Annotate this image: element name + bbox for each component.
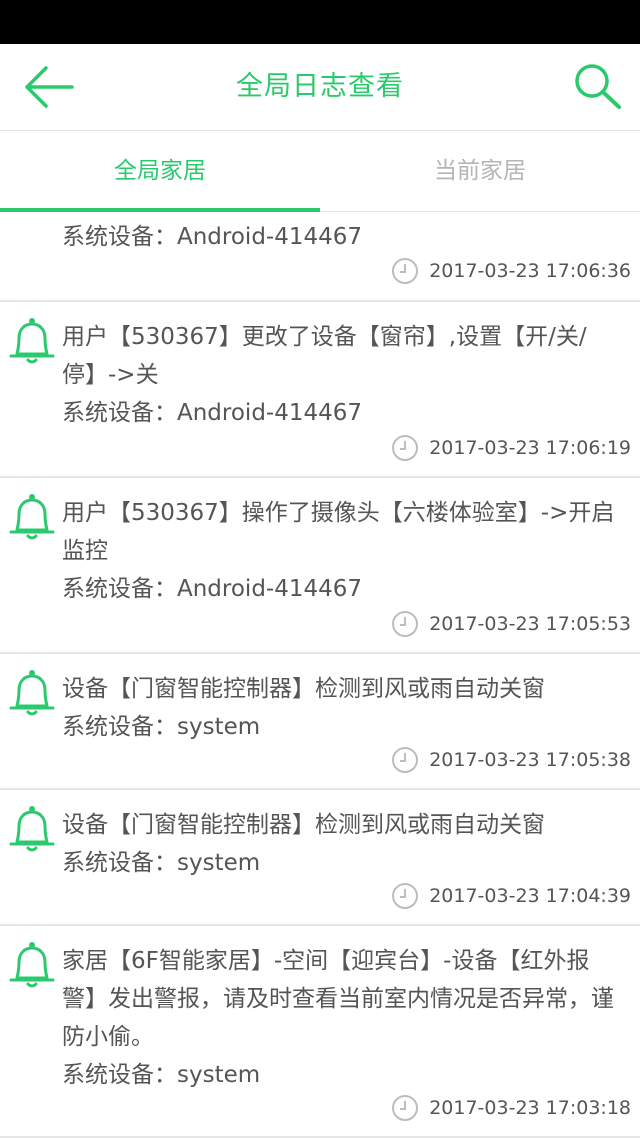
- bell-icon: [9, 670, 55, 716]
- clock-icon: [392, 747, 419, 773]
- log-message: 设备【门窗智能控制器】检测到风或雨自动关窗: [62, 676, 545, 702]
- bell-icon: [9, 806, 55, 852]
- tab-bar: 全局家居 当前家居: [0, 131, 640, 212]
- back-button[interactable]: [18, 60, 78, 114]
- log-time-text: 2017-03-23 17:05:38: [429, 749, 631, 771]
- log-time-text: 2017-03-23 17:03:18: [429, 1097, 631, 1119]
- search-button[interactable]: [570, 60, 626, 114]
- log-message: 用户【530367】操作了摄像头【六楼体验室】->开启监控: [62, 500, 615, 564]
- log-time-text: 2017-03-23 17:05:53: [429, 613, 631, 635]
- log-device: 系统设备：Android-414467: [62, 400, 363, 426]
- bell-icon: [9, 494, 55, 540]
- clock-icon: [392, 435, 419, 461]
- tab-current-home[interactable]: 当前家居: [320, 131, 640, 211]
- log-time: 2017-03-23 17:06:36: [391, 257, 631, 285]
- log-message: 设备【门窗智能控制器】检测到风或雨自动关窗: [62, 812, 545, 838]
- log-device: 系统设备：Android-414467: [62, 224, 363, 250]
- log-item[interactable]: 用户【530367】操作了摄像头【六楼体验室】->开启监控 系统设备：Andro…: [0, 478, 640, 654]
- log-item[interactable]: 系统设备：Android-414467 2017-03-23 17:06:36: [0, 212, 640, 302]
- log-device: 系统设备：system: [62, 1062, 261, 1088]
- log-device: 系统设备：Android-414467: [62, 576, 363, 602]
- status-bar: [0, 0, 640, 44]
- log-item[interactable]: 用户【530367】更改了设备【窗帘】,设置【开/关/停】->关 系统设备：An…: [0, 302, 640, 478]
- bell-icon: [9, 318, 55, 364]
- log-item[interactable]: 设备【门窗智能控制器】检测到风或雨自动关窗 系统设备：system 2017-0…: [0, 790, 640, 926]
- log-time-text: 2017-03-23 17:06:19: [429, 437, 631, 459]
- clock-icon: [392, 611, 419, 637]
- bell-icon: [9, 942, 55, 988]
- tab-global-home[interactable]: 全局家居: [0, 131, 320, 211]
- back-arrow-icon: [25, 66, 74, 108]
- log-message: 用户【530367】更改了设备【窗帘】,设置【开/关/停】->关: [62, 324, 587, 388]
- log-time: 2017-03-23 17:03:18: [391, 1094, 631, 1122]
- log-time-text: 2017-03-23 17:06:36: [429, 260, 631, 282]
- log-time: 2017-03-23 17:05:53: [391, 610, 631, 638]
- clock-icon: [392, 883, 419, 909]
- search-icon: [575, 64, 621, 109]
- log-time: 2017-03-23 17:05:38: [391, 746, 631, 774]
- log-time-text: 2017-03-23 17:04:39: [429, 885, 631, 907]
- page-title: 全局日志查看: [236, 71, 404, 102]
- app-header: 全局日志查看: [0, 44, 640, 131]
- log-item[interactable]: 设备【门窗智能控制器】检测到风或雨自动关窗 系统设备：system 2017-0…: [0, 654, 640, 790]
- clock-icon: [392, 1095, 419, 1121]
- clock-icon: [392, 258, 419, 284]
- log-device: 系统设备：system: [62, 850, 261, 876]
- log-item[interactable]: 家居【6F智能家居】-空间【迎宾台】-设备【红外报警】发出警报，请及时查看当前室…: [0, 926, 640, 1138]
- log-time: 2017-03-23 17:06:19: [391, 434, 631, 462]
- log-list[interactable]: 系统设备：Android-414467 2017-03-23 17:06:36 …: [0, 212, 640, 1138]
- log-device: 系统设备：system: [62, 714, 261, 740]
- log-message: 家居【6F智能家居】-空间【迎宾台】-设备【红外报警】发出警报，请及时查看当前室…: [62, 948, 614, 1050]
- log-time: 2017-03-23 17:04:39: [391, 882, 631, 910]
